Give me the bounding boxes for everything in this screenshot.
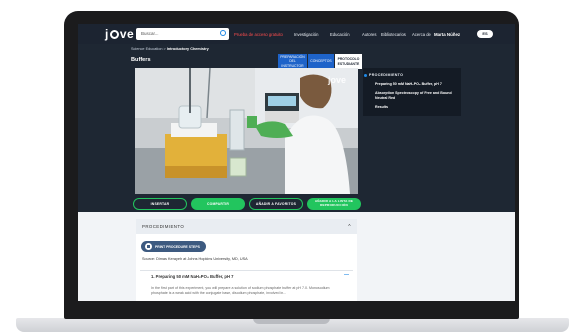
nav-item-about[interactable]: Acerca de bbox=[412, 32, 431, 37]
share-button[interactable]: COMPARTIR bbox=[191, 198, 245, 210]
breadcrumb-root[interactable]: Science Education bbox=[131, 47, 162, 51]
sidebar-item-results[interactable]: Results bbox=[375, 105, 457, 110]
tab-instructor-prep[interactable]: PREPARACIÓN DEL INSTRUCTOR bbox=[278, 54, 307, 69]
user-menu[interactable]: Marta Núñez bbox=[434, 32, 460, 37]
tab-bar: PREPARACIÓN DEL INSTRUCTOR CONCEPTOS PRO… bbox=[278, 54, 362, 69]
procedure-header[interactable]: PROCEDIMIENTO ^ bbox=[136, 219, 357, 234]
chevron-up-icon[interactable]: ^ bbox=[348, 224, 351, 230]
print-label: PRINT PROCEDURE STEPS bbox=[155, 244, 200, 249]
jove-logo[interactable]: j ve bbox=[105, 27, 134, 41]
step-title[interactable]: 1. Preparing 50 mM NaH₂PO₄ Buffer, pH 7 bbox=[151, 274, 234, 279]
sidebar-item-absorption[interactable]: Absorption Spectroscopy of Free and Boun… bbox=[375, 91, 457, 100]
nav-item-authors[interactable]: Autores bbox=[362, 32, 376, 37]
language-toggle[interactable]: ES bbox=[477, 30, 493, 38]
procedure-heading: PROCEDIMIENTO bbox=[142, 224, 185, 229]
video-player[interactable]: jove bbox=[135, 68, 358, 194]
embed-button[interactable]: INSERTAR bbox=[133, 198, 187, 210]
lab-scene bbox=[135, 68, 358, 194]
nav-item-education[interactable]: Educación bbox=[330, 32, 350, 37]
top-navigation-bar: j ve Buscar... Prueba de acceso gratuito … bbox=[78, 24, 515, 44]
source-text: Source: Dimas Kerayeh at Johns Hopkins U… bbox=[142, 257, 248, 261]
add-to-playlist-button[interactable]: AÑADIR A LA LISTA DE REPRODUCCIÓN bbox=[307, 198, 361, 210]
search-placeholder: Buscar... bbox=[141, 31, 159, 36]
laptop-screen: j ve Buscar... Prueba de acceso gratuito … bbox=[78, 24, 515, 301]
breadcrumb: Science Education > Introductory Chemist… bbox=[131, 47, 209, 51]
breadcrumb-current[interactable]: Introductory Chemistry bbox=[167, 47, 209, 51]
search-icon[interactable] bbox=[220, 30, 226, 36]
print-icon bbox=[145, 243, 152, 250]
video-watermark-logo: jove bbox=[327, 75, 346, 85]
tab-concepts[interactable]: CONCEPTOS bbox=[308, 54, 334, 69]
procedure-panel: PROCEDIMIENTO ^ PRINT PROCEDURE STEPS So… bbox=[136, 219, 357, 301]
procedure-sidebar: PROCEDIMIENTO Preparing 50 mM NaH₂PO₄ Bu… bbox=[363, 68, 461, 116]
sidebar-item-buffer-prep[interactable]: Preparing 50 mM NaH₂PO₄ Buffer, pH 7 bbox=[375, 82, 457, 87]
collapse-icon[interactable]: — bbox=[344, 272, 349, 278]
step-text: In the first part of this experiment, yo… bbox=[151, 286, 330, 295]
print-procedure-button[interactable]: PRINT PROCEDURE STEPS bbox=[141, 241, 206, 252]
sidebar-heading: PROCEDIMIENTO bbox=[363, 73, 404, 77]
search-input[interactable]: Buscar... bbox=[136, 28, 229, 40]
tab-student-protocol[interactable]: PROTOCOLO ESTUDIANTE bbox=[335, 54, 362, 69]
divider bbox=[140, 270, 353, 271]
add-to-favorites-button[interactable]: AÑADIR A FAVORITOS bbox=[249, 198, 303, 210]
video-actions: INSERTAR COMPARTIR AÑADIR A FAVORITOS AÑ… bbox=[133, 198, 361, 210]
nav-item-research[interactable]: Investigación bbox=[294, 32, 318, 37]
nav-item-librarians[interactable]: Bibliotecarios bbox=[381, 32, 406, 37]
free-trial-link[interactable]: Prueba de acceso gratuito bbox=[234, 32, 283, 37]
breadcrumb-separator: > bbox=[163, 47, 166, 51]
page-title: Buffers bbox=[131, 57, 151, 63]
video-section: Science Education > Introductory Chemist… bbox=[78, 44, 515, 212]
